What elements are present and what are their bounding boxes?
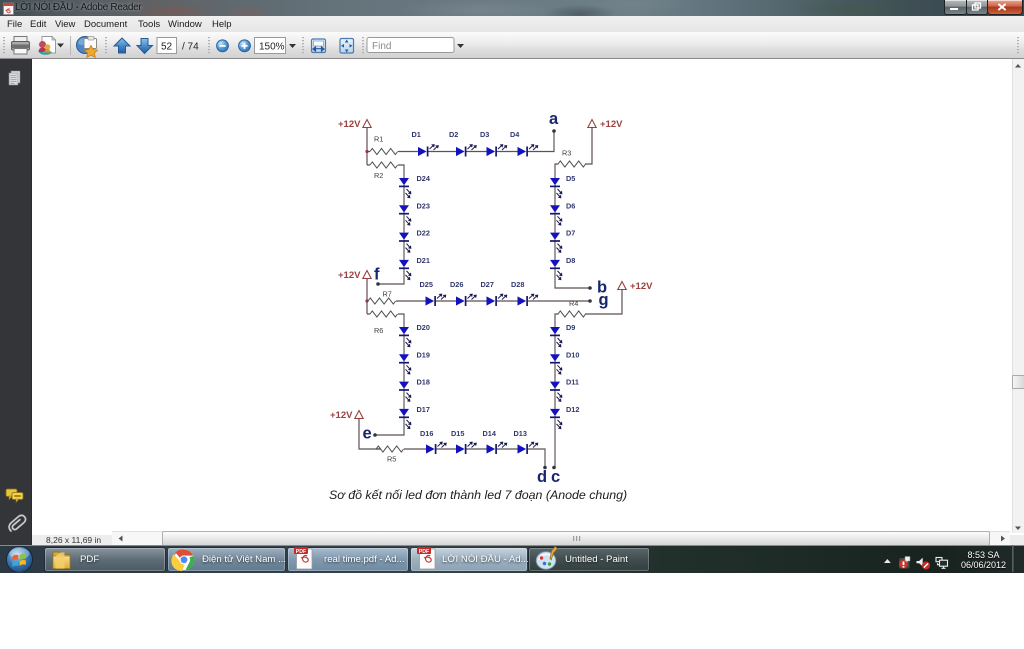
svg-text:D23: D23	[417, 201, 430, 210]
svg-text:R2: R2	[374, 171, 383, 180]
svg-text:D10: D10	[566, 350, 579, 359]
svg-text:D6: D6	[566, 201, 575, 210]
svg-text:D5: D5	[566, 174, 575, 183]
svg-text:R7: R7	[383, 290, 392, 299]
svg-text:D8: D8	[566, 256, 575, 265]
svg-text:R4: R4	[569, 299, 578, 308]
svg-text:D13: D13	[514, 429, 527, 438]
svg-text:D11: D11	[566, 378, 579, 387]
svg-text:a: a	[549, 110, 559, 128]
svg-text:D16: D16	[420, 429, 433, 438]
svg-text:D28: D28	[511, 280, 524, 289]
svg-text:+12V: +12V	[600, 119, 623, 130]
svg-text:Sơ đồ kết nối led đơn thành le: Sơ đồ kết nối led đơn thành led 7 đoạn (…	[329, 488, 627, 502]
svg-text:D18: D18	[417, 378, 430, 387]
svg-text:D3: D3	[480, 130, 489, 139]
svg-text:D1: D1	[412, 130, 421, 139]
svg-text:R6: R6	[374, 326, 383, 335]
svg-text:+12V: +12V	[338, 119, 361, 130]
svg-text:D7: D7	[566, 229, 575, 238]
svg-text:D14: D14	[483, 429, 497, 438]
svg-text:D26: D26	[450, 280, 463, 289]
svg-text:g: g	[599, 291, 609, 309]
svg-text:PDF: PDF	[296, 549, 306, 555]
svg-text:D2: D2	[449, 130, 458, 139]
svg-text:R3: R3	[562, 149, 571, 158]
svg-text:c: c	[551, 468, 560, 486]
svg-text:R5: R5	[387, 455, 396, 464]
svg-text:+12V: +12V	[338, 270, 361, 281]
svg-text:D22: D22	[417, 229, 430, 238]
svg-text:D17: D17	[417, 405, 430, 414]
svg-text:+12V: +12V	[630, 281, 653, 292]
svg-text:D9: D9	[566, 323, 575, 332]
svg-text:e: e	[363, 425, 372, 443]
svg-text:D20: D20	[417, 323, 430, 332]
svg-text:D25: D25	[420, 280, 433, 289]
svg-text:D21: D21	[417, 256, 430, 265]
svg-text:D4: D4	[510, 130, 520, 139]
svg-text:D19: D19	[417, 350, 430, 359]
svg-text:D24: D24	[417, 174, 431, 183]
svg-text:D12: D12	[566, 405, 579, 414]
svg-text:D15: D15	[451, 429, 464, 438]
svg-text:d: d	[537, 468, 547, 486]
svg-text:+12V: +12V	[330, 410, 353, 421]
svg-text:f: f	[374, 266, 380, 284]
svg-text:R1: R1	[374, 135, 383, 144]
svg-text:D27: D27	[481, 280, 494, 289]
